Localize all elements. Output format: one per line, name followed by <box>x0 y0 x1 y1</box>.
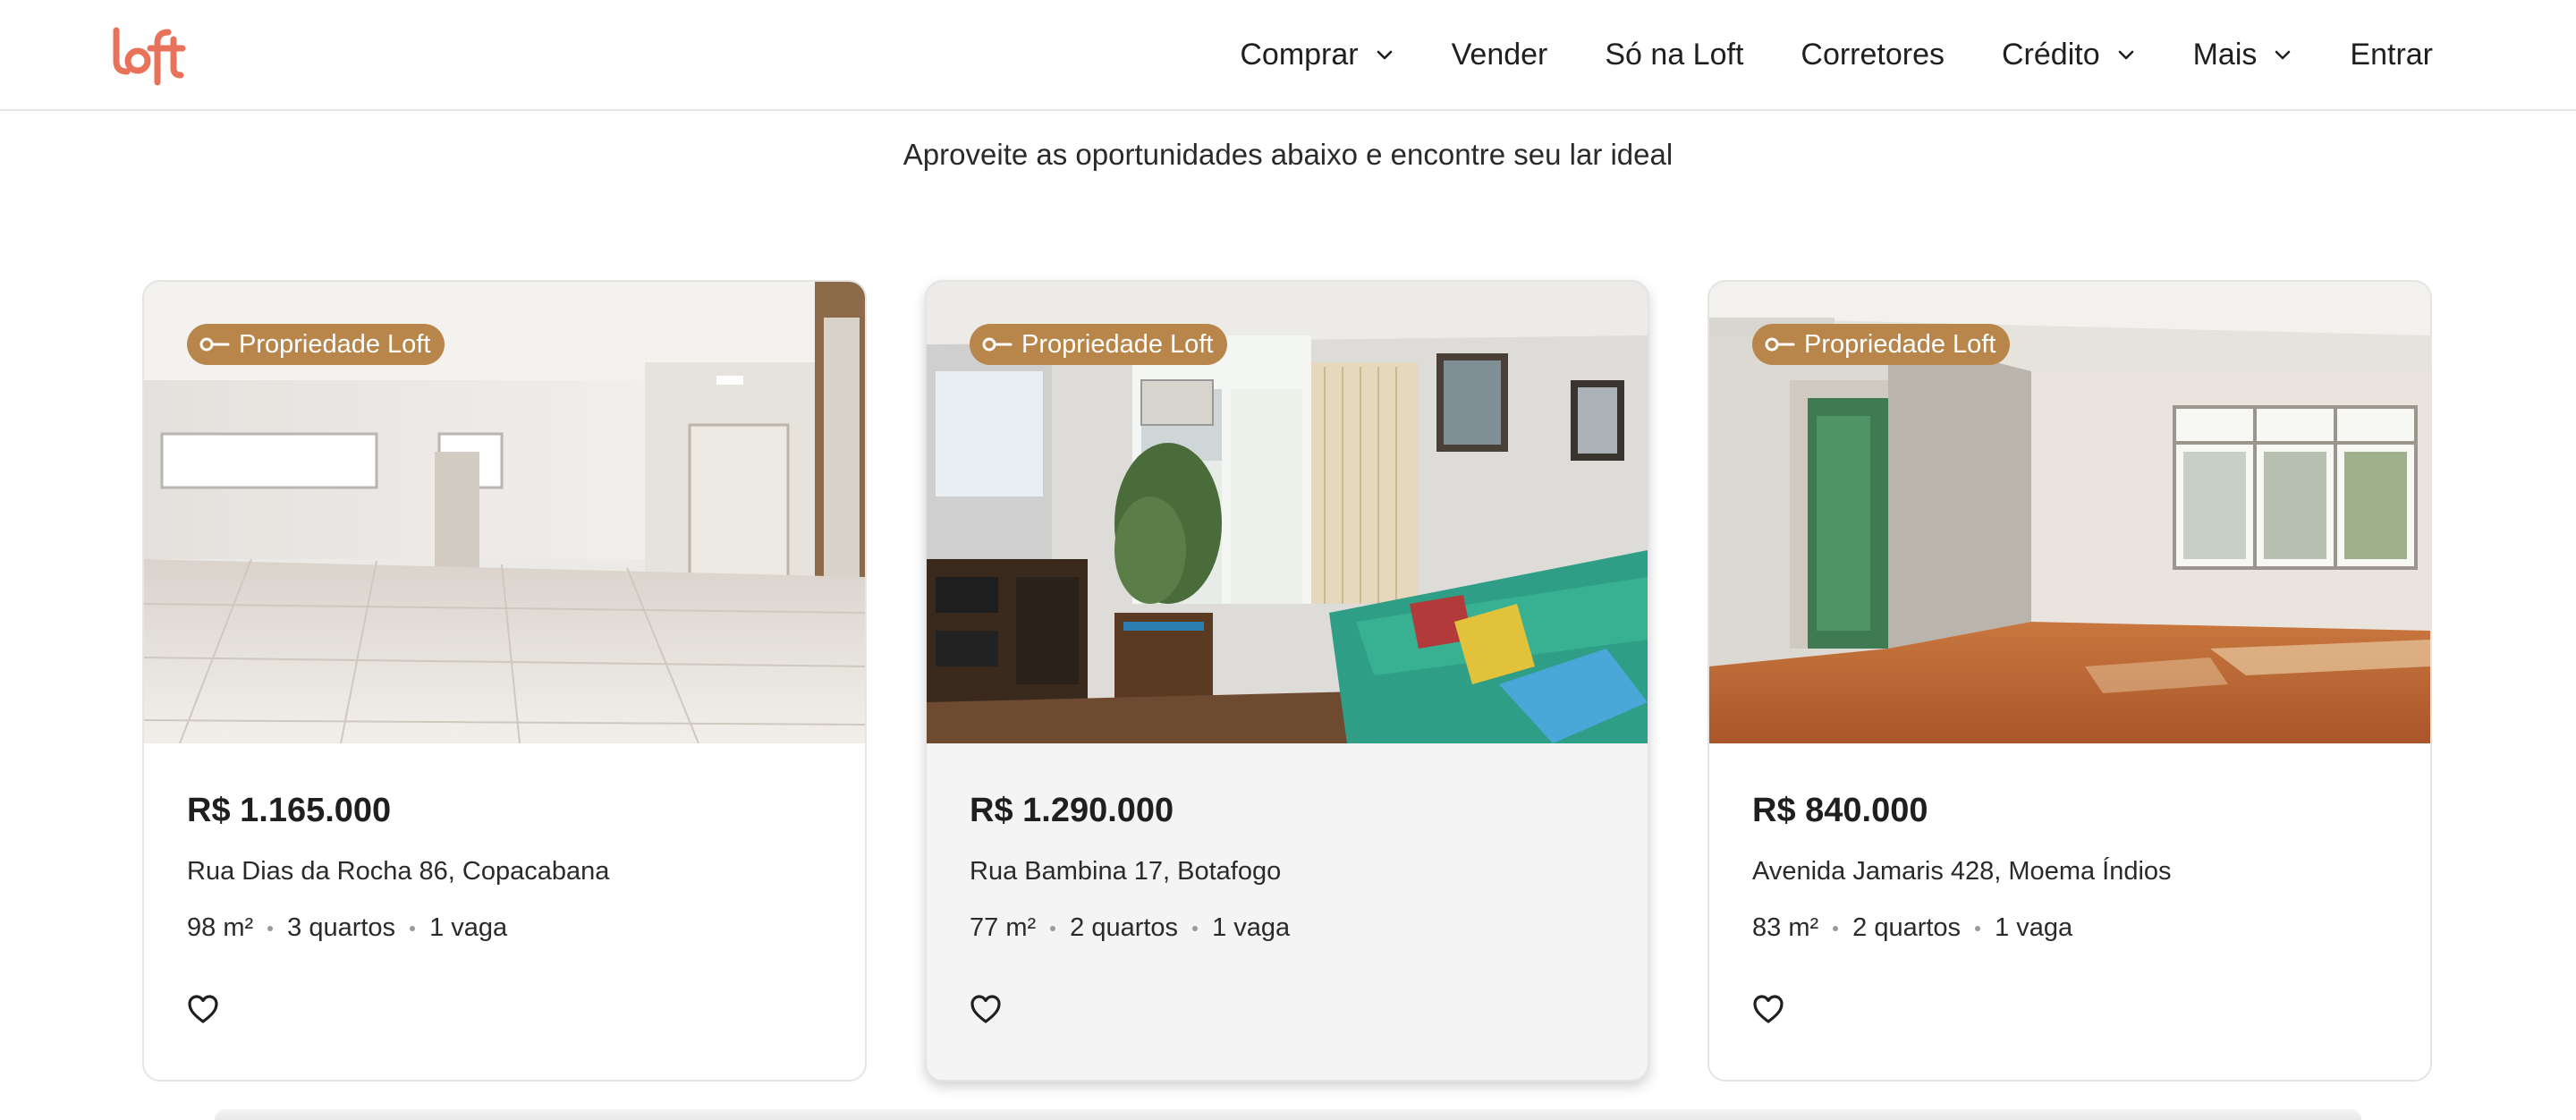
heart-outline-icon[interactable] <box>970 994 1002 1024</box>
listing-card[interactable]: Propriedade Loft R$ 1.290.000 Rua Bambin… <box>925 280 1649 1082</box>
badge-label: Propriedade Loft <box>239 329 431 359</box>
key-icon <box>199 337 230 352</box>
chevron-down-icon <box>1377 50 1392 60</box>
nav-mais-label: Mais <box>2192 37 2258 72</box>
listing-address: Rua Dias da Rocha 86, Copacabana <box>187 857 610 886</box>
listing-rooms: 3 quartos <box>287 913 396 942</box>
nav-entrar[interactable]: Entrar <box>2350 38 2433 72</box>
key-icon <box>1765 337 1795 352</box>
nav-so-na-loft[interactable]: Só na Loft <box>1605 38 1743 72</box>
chevron-down-icon <box>2118 50 2133 60</box>
nav-comprar[interactable]: Comprar <box>1240 38 1394 72</box>
heart-outline-icon[interactable] <box>187 994 219 1024</box>
listing-area: 98 m² <box>187 913 254 942</box>
separator-dot <box>410 925 416 931</box>
listing-rooms: 2 quartos <box>1852 913 1962 942</box>
nav-so-na-loft-label: Só na Loft <box>1605 37 1744 72</box>
nav-comprar-label: Comprar <box>1240 37 1359 72</box>
nav-credito-label: Crédito <box>2002 37 2100 72</box>
listing-price: R$ 840.000 <box>1752 792 1928 829</box>
listing-cards: Propriedade Loft R$ 1.165.000 Rua Dias d… <box>142 280 2434 1082</box>
listing-specs: 83 m² 2 quartos 1 vaga <box>1752 913 2072 943</box>
nav-entrar-label: Entrar <box>2350 37 2433 72</box>
propriedade-loft-badge: Propriedade Loft <box>970 324 1228 365</box>
separator-dot <box>1833 925 1839 931</box>
listing-parking: 1 vaga <box>1212 913 1291 942</box>
nav-corretores[interactable]: Corretores <box>1801 38 1945 72</box>
next-section-edge <box>215 1109 2361 1120</box>
key-icon <box>982 337 1013 352</box>
listing-address: Avenida Jamaris 428, Moema Índios <box>1752 857 2172 886</box>
listing-price: R$ 1.290.000 <box>970 792 1174 829</box>
loft-logo[interactable] <box>111 25 188 86</box>
listing-specs: 77 m² 2 quartos 1 vaga <box>970 913 1290 943</box>
main-nav: Comprar Vender Só na Loft Corretores Cré… <box>1182 0 2433 109</box>
nav-vender[interactable]: Vender <box>1452 38 1548 72</box>
site-header: Comprar Vender Só na Loft Corretores Cré… <box>0 0 2576 111</box>
listing-address: Rua Bambina 17, Botafogo <box>970 857 1282 886</box>
chevron-down-icon <box>2275 50 2291 60</box>
nav-mais[interactable]: Mais <box>2193 38 2293 72</box>
propriedade-loft-badge: Propriedade Loft <box>1752 324 2011 365</box>
listing-area: 77 m² <box>970 913 1037 942</box>
listing-card[interactable]: Propriedade Loft R$ 840.000 Avenida Jama… <box>1707 280 2432 1082</box>
listing-rooms: 2 quartos <box>1070 913 1179 942</box>
badge-label: Propriedade Loft <box>1804 329 1996 359</box>
listing-area: 83 m² <box>1752 913 1819 942</box>
listing-card[interactable]: Propriedade Loft R$ 1.165.000 Rua Dias d… <box>142 280 867 1082</box>
listing-specs: 98 m² 3 quartos 1 vaga <box>187 913 507 943</box>
nav-credito[interactable]: Crédito <box>2002 38 2136 72</box>
listing-price: R$ 1.165.000 <box>187 792 392 829</box>
badge-label: Propriedade Loft <box>1021 329 1214 359</box>
nav-corretores-label: Corretores <box>1801 37 1945 72</box>
nav-vender-label: Vender <box>1451 37 1548 72</box>
propriedade-loft-badge: Propriedade Loft <box>187 324 445 365</box>
separator-dot <box>1050 925 1056 931</box>
section-subtitle: Aproveite as oportunidades abaixo e enco… <box>902 138 1674 171</box>
separator-dot <box>1975 925 1981 931</box>
listing-parking: 1 vaga <box>1995 913 2073 942</box>
separator-dot <box>267 925 274 931</box>
listing-parking: 1 vaga <box>429 913 508 942</box>
separator-dot <box>1192 925 1199 931</box>
heart-outline-icon[interactable] <box>1752 994 1784 1024</box>
